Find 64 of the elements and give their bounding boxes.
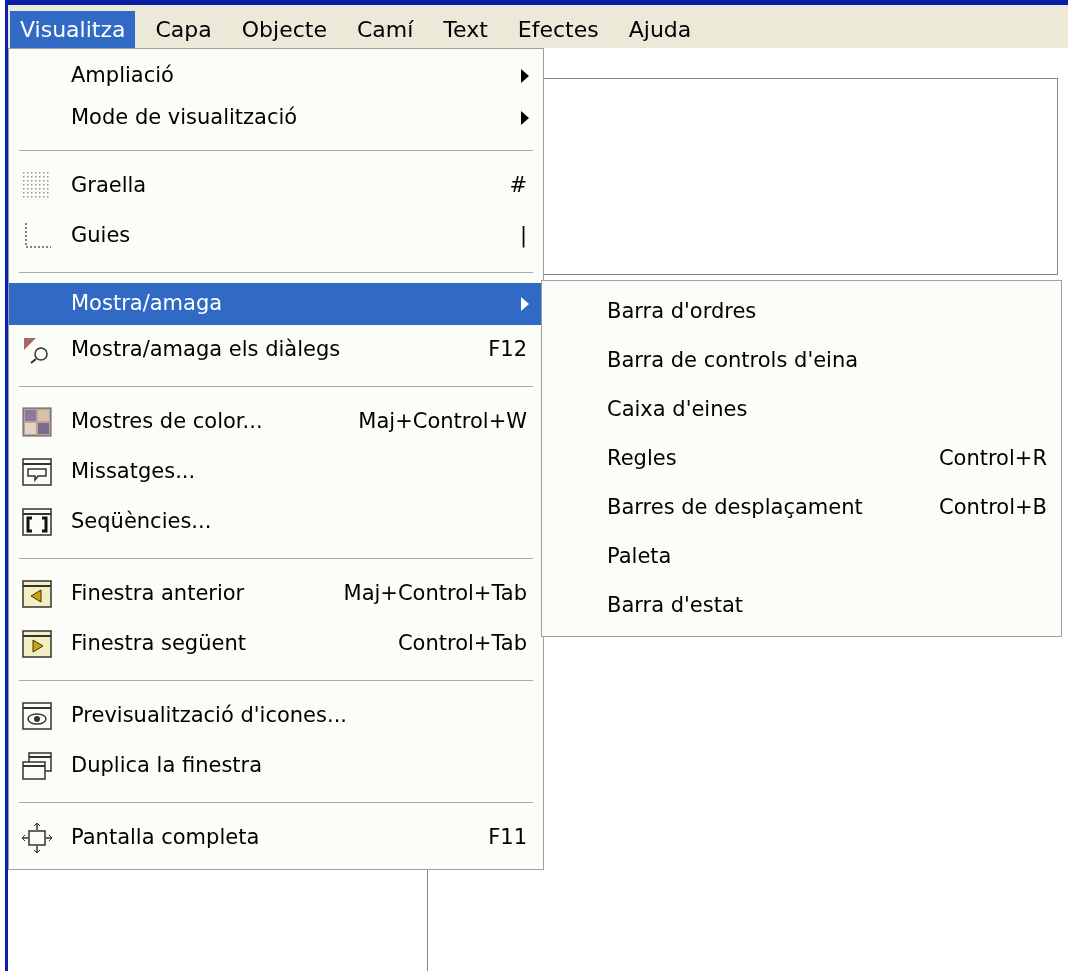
menu-item[interactable]: Mostra/amaga els diàlegs F12 (9, 325, 543, 375)
menu-item-label: Mostra/amaga (71, 290, 224, 318)
menu-item-label: Mostra/amaga els diàlegs (71, 336, 342, 364)
menu-item[interactable]: Barra d'ordres (542, 287, 1061, 336)
menu-item-label: Barra de controls d'eina (607, 346, 860, 374)
menu-item-label: Pantalla completa (71, 824, 261, 852)
menu-bar-item[interactable]: Capa (145, 11, 222, 48)
menu-item[interactable]: Mostra/amaga (9, 283, 543, 325)
menu-bar-item[interactable]: Text (433, 11, 498, 48)
shortcut-text: # (509, 172, 527, 200)
menu-item[interactable]: Duplica la finestra (9, 741, 543, 791)
swatches-icon (21, 406, 53, 438)
brackets-window-icon (21, 506, 53, 538)
menu-item[interactable]: Finestra anterior Maj+Control+Tab (9, 569, 543, 619)
menu-item-label: Barra d'ordres (607, 297, 758, 325)
menu-item[interactable]: Finestra següent Control+Tab (9, 619, 543, 669)
menu-item-label: Previsualització d'icones... (71, 702, 348, 730)
shortcut-text: Control+R (938, 444, 1047, 472)
menu-item-label: Caixa d'eines (607, 395, 749, 423)
menu-item[interactable]: Regles Control+R (542, 434, 1061, 483)
menu-item-label: Graella (71, 172, 148, 200)
menu-item-label: Seqüències... (71, 508, 213, 536)
shortcut-text: F11 (488, 824, 527, 852)
menu-item[interactable]: Caixa d'eines (542, 385, 1061, 434)
menu-item[interactable]: Graella # (9, 161, 543, 211)
shortcut-text: F12 (488, 336, 527, 364)
fullscreen-frame-icon (21, 822, 53, 854)
menu-item-label: Ampliació (71, 62, 175, 90)
shortcut-text: Control+B (939, 493, 1047, 521)
menu-item-label: Guies (71, 222, 132, 250)
menu-bar-item[interactable]: Objecte (231, 11, 337, 48)
shortcut-text: Maj+Control+Tab (343, 580, 527, 608)
shortcut-text: Maj+Control+W (358, 408, 527, 436)
menu-item-label: Barra d'estat (607, 591, 745, 619)
menu-item[interactable]: Seqüències... (9, 497, 543, 547)
menu-item[interactable]: Pantalla completa F11 (9, 813, 543, 863)
eye-window-icon (21, 700, 53, 732)
menu-item[interactable]: Paleta (542, 532, 1061, 581)
message-window-icon (21, 456, 53, 488)
menu-item[interactable]: Guies | (9, 211, 543, 261)
menu-bar-item[interactable]: Ajuda (618, 11, 702, 48)
shortcut-text: | (519, 222, 527, 250)
menu-item[interactable]: Previsualització d'icones... (9, 691, 543, 741)
menu-item-label: Finestra anterior (71, 580, 246, 608)
menu-bar-item[interactable]: Visualitza (10, 11, 136, 48)
menu-item-label: Missatges... (71, 458, 197, 486)
menu-item[interactable]: Ampliació (9, 55, 543, 97)
menu-bar-item[interactable]: Camí (346, 11, 424, 48)
menu-item[interactable]: Mode de visualització (9, 97, 543, 139)
menu-item-label: Finestra següent (71, 630, 247, 658)
menu-item-label: Mostres de color... (71, 408, 264, 436)
menu-item[interactable]: Barra d'estat (542, 581, 1061, 630)
menu-item[interactable]: Mostres de color... Maj+Control+W (9, 397, 543, 447)
menu-item-label: Regles (607, 444, 678, 472)
shortcut-text: Control+Tab (397, 630, 527, 658)
menu-item[interactable]: Barra de controls d'eina (542, 336, 1061, 385)
menu-item-label: Duplica la finestra (71, 752, 264, 780)
menu-item[interactable]: Missatges... (9, 447, 543, 497)
menu-item-label: Barres de desplaçament (607, 493, 864, 521)
menu-item[interactable]: Barres de desplaçament Control+B (542, 483, 1061, 532)
menu-item-label: Mode de visualització (71, 104, 299, 132)
stacked-windows-icon (21, 750, 53, 782)
menu-item-label: Paleta (607, 542, 673, 570)
menu-bar-item[interactable]: Efectes (507, 11, 609, 48)
